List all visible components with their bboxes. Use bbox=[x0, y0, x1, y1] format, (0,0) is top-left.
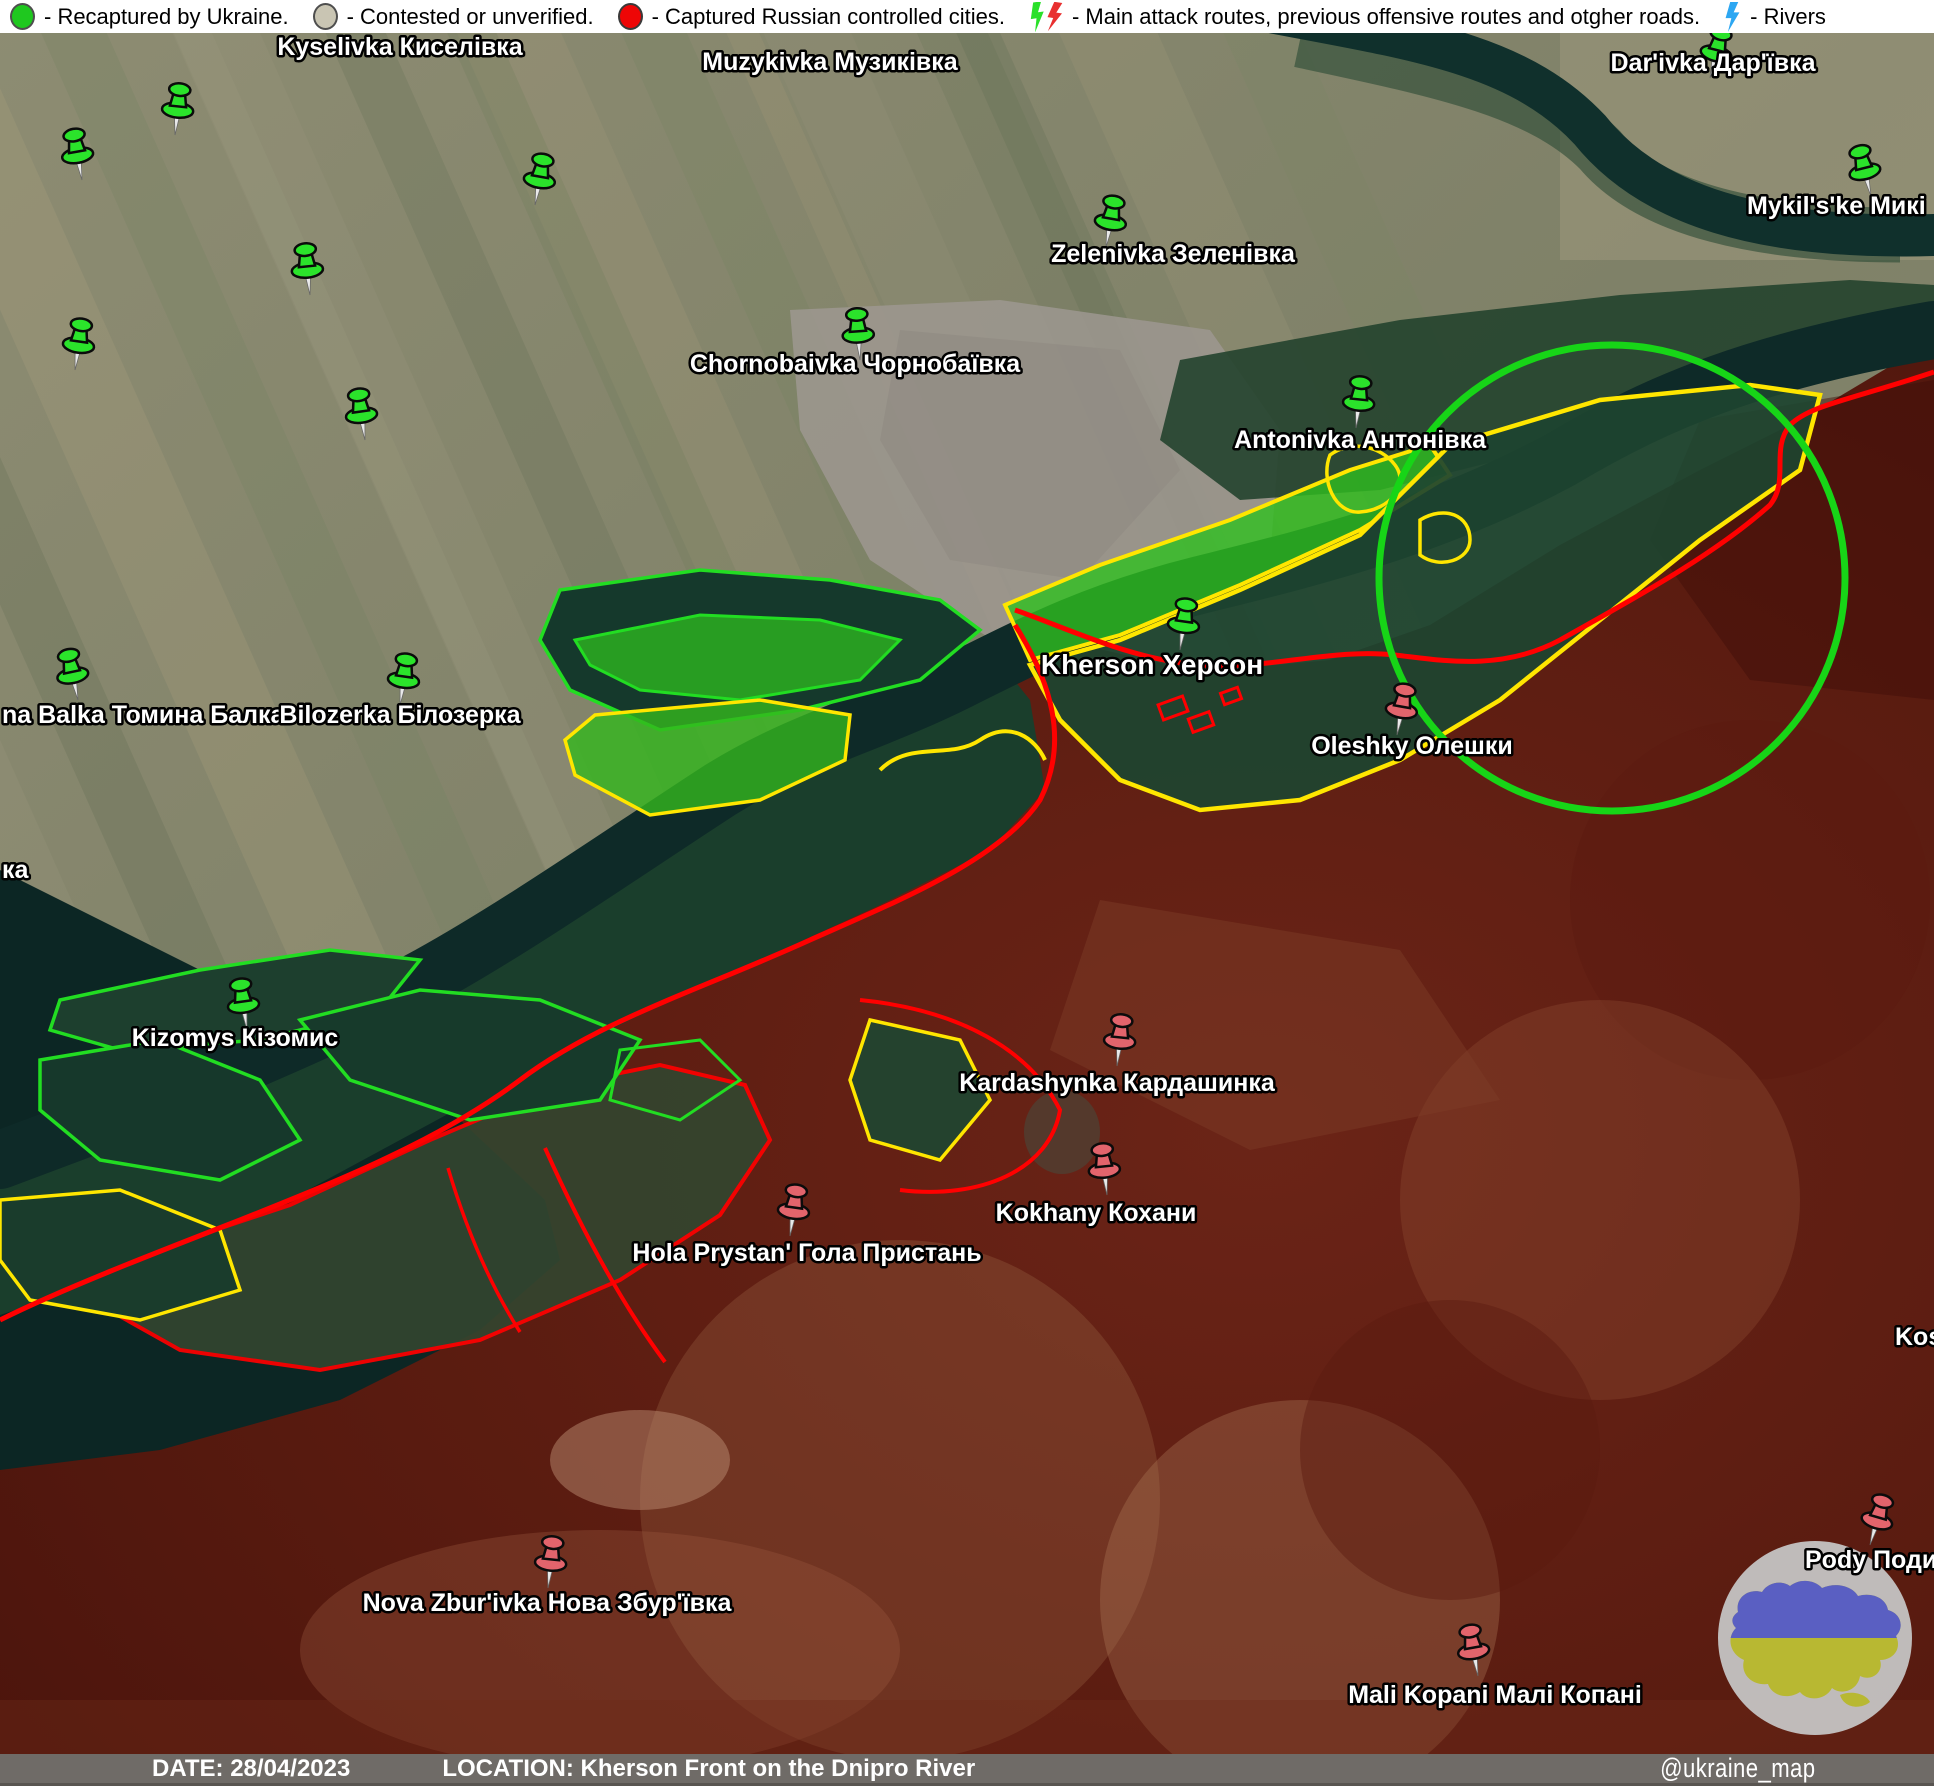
legend-label: - Rivers bbox=[1750, 4, 1826, 30]
place-label-nova-zbur-ivka: Nova Zbur'ivka Нова Збур'ївка bbox=[363, 1589, 733, 1617]
legend-label: - Captured Russian controlled cities. bbox=[652, 4, 1005, 30]
credit-handle: @ukraine_map bbox=[1661, 1753, 1816, 1784]
place-label-dar-ivka: Dar'ivka Дар'ївка bbox=[1611, 49, 1817, 77]
place-label-hola-prystan: Hola Prystan' Гола Пристань bbox=[632, 1239, 981, 1267]
place-label-: ка bbox=[2, 856, 30, 884]
rivers-icon bbox=[1724, 2, 1741, 32]
place-label-kokhany: Kokhany Кохани bbox=[996, 1199, 1197, 1227]
legend-item-rivers: - Rivers bbox=[1724, 2, 1826, 32]
captured-dot-icon bbox=[618, 3, 643, 30]
place-label-kherson: Kherson Херсон bbox=[1041, 649, 1263, 680]
place-label-chornobaivka: Chornobaivka Чорнобаївка bbox=[690, 350, 1021, 378]
place-label-mali-kopani: Mali Kopani Малі Копані bbox=[1348, 1681, 1642, 1709]
place-label-oleshky: Oleshky Олешки bbox=[1311, 732, 1513, 760]
place-label-antonivka: Antonivka Антонівка bbox=[1234, 426, 1487, 454]
place-label-kyselivka: Kyselivka Киселівка bbox=[277, 33, 523, 61]
legend-item-attack-routes: - Main attack routes, previous offensive… bbox=[1029, 2, 1700, 32]
footer-bar: DATE: 28/04/2023 LOCATION: Kherson Front… bbox=[0, 1754, 1934, 1786]
legend-item-contested: - Contested or unverified. bbox=[313, 3, 594, 30]
place-label-muzykivka: Muzykivka Музиківка bbox=[702, 48, 959, 76]
legend-item-recaptured: - Recaptured by Ukraine. bbox=[10, 3, 289, 30]
location-label: LOCATION: Kherson Front on the Dnipro Ri… bbox=[442, 1755, 975, 1783]
legend-item-captured: - Captured Russian controlled cities. bbox=[618, 3, 1005, 30]
recaptured-dot-icon bbox=[10, 3, 35, 30]
place-label-zelenivka: Zelenivka Зеленівка bbox=[1051, 240, 1296, 268]
legend-label: - Contested or unverified. bbox=[347, 4, 594, 30]
kherson-front-satellite-map[interactable]: Kyselivka Киселівка Muzykivka Музиківка Da… bbox=[0, 0, 1934, 1786]
legend-label: - Main attack routes, previous offensive… bbox=[1072, 4, 1700, 30]
place-label-na-balka: na Balka Томина Балка bbox=[2, 701, 285, 729]
place-label-mykil-s-ke: Mykil's'ke Микі bbox=[1747, 192, 1926, 220]
contested-dot-icon bbox=[313, 3, 338, 30]
place-label-kost: Kost bbox=[1895, 1323, 1934, 1351]
attack-routes-icon bbox=[1029, 2, 1063, 32]
place-label-kardashynka: Kardashynka Кардашинка bbox=[959, 1069, 1276, 1097]
place-label-bilozerka: Bilozerka Білозерка bbox=[279, 701, 521, 729]
legend-bar: - Recaptured by Ukraine. - Contested or … bbox=[0, 0, 1934, 33]
legend-label: - Recaptured by Ukraine. bbox=[44, 4, 289, 30]
date-label: DATE: 28/04/2023 bbox=[152, 1755, 350, 1783]
place-label-pody: Pody Поди bbox=[1805, 1546, 1934, 1574]
place-label-kizomys: Kizomys Кізомис bbox=[132, 1024, 339, 1052]
